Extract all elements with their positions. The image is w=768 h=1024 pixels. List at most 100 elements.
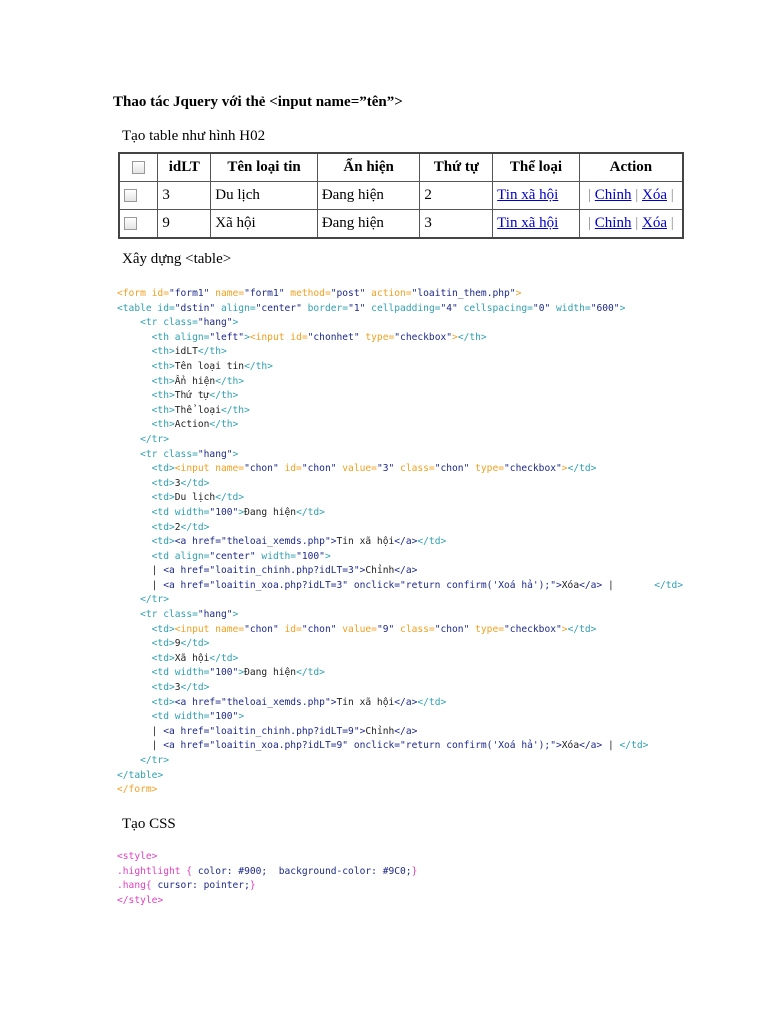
code-token: "100" bbox=[209, 667, 239, 679]
code-token: > bbox=[232, 448, 239, 460]
code-token: class= bbox=[394, 623, 435, 635]
code-token: "100" bbox=[209, 506, 239, 518]
code-token: "100" bbox=[296, 550, 325, 562]
code-token: idLT bbox=[174, 346, 198, 358]
code-token: "4" bbox=[440, 302, 458, 314]
code-token: Chỉnh bbox=[365, 725, 395, 737]
order-cell: 2 bbox=[419, 181, 494, 210]
row-checkbox[interactable] bbox=[124, 189, 137, 203]
code-line: </table> bbox=[117, 769, 683, 784]
code-line: <th>Thể loại</th> bbox=[117, 404, 683, 419]
code-line: <th>Thứ tự</th> bbox=[117, 389, 683, 404]
code-token: <td> bbox=[151, 638, 175, 650]
code-line: <th>Action</th> bbox=[117, 418, 683, 433]
code-token: "checkbox" bbox=[504, 623, 562, 635]
code-token: "600" bbox=[590, 302, 620, 314]
code-token: type= bbox=[359, 331, 395, 343]
code-token: value= bbox=[336, 463, 377, 475]
code-token: "chon" bbox=[301, 463, 337, 475]
id-cell: 9 bbox=[157, 209, 212, 239]
code-line: .hightlight { color: #900; background-co… bbox=[117, 865, 417, 880]
edit-link[interactable]: Chỉnh bbox=[595, 215, 632, 231]
delete-link[interactable]: Xóa bbox=[642, 187, 667, 203]
code-line: .hang{ cursor: pointer;} bbox=[117, 879, 417, 894]
code-line: </tr> bbox=[117, 433, 683, 448]
code-line: </tr> bbox=[117, 593, 683, 608]
category-cell: Tin xã hội bbox=[492, 209, 580, 239]
code-token: </td> bbox=[619, 740, 649, 752]
code-line: <th>Ẩn hiện</th> bbox=[117, 375, 683, 390]
id-cell: 3 bbox=[157, 181, 212, 210]
code-token: border= bbox=[301, 302, 349, 314]
row-checkbox[interactable] bbox=[124, 217, 137, 231]
code-token: "center" bbox=[255, 302, 302, 314]
code-token: "chonhet" bbox=[307, 331, 360, 343]
select-all-checkbox[interactable] bbox=[132, 161, 146, 175]
code-token: "100" bbox=[209, 711, 239, 723]
code-token: <th> bbox=[151, 390, 175, 402]
code-line: <table id="dstin" align="center" border=… bbox=[117, 302, 683, 317]
code-line: <td width="100">Đang hiện</td> bbox=[117, 666, 683, 681]
code-token: type= bbox=[469, 623, 505, 635]
code-line: <td><input name="chon" id="chon" value="… bbox=[117, 623, 683, 638]
code-token: } bbox=[249, 880, 256, 892]
code-token: id= bbox=[278, 463, 302, 475]
row-select-cell bbox=[118, 181, 159, 210]
code-token: <a href="loaitin_xoa.php?idLT=3" onclick… bbox=[163, 579, 562, 591]
code-token: <td> bbox=[151, 623, 175, 635]
code-token: | bbox=[602, 579, 655, 591]
table-row[interactable]: 3 Du lịch Đang hiện 2 Tin xã hội | Chỉnh… bbox=[118, 181, 684, 210]
code-token: Xóa bbox=[561, 579, 580, 591]
column-header: Thể loại bbox=[492, 152, 580, 182]
code-line: </tr> bbox=[117, 754, 683, 769]
code-token: </a> bbox=[394, 725, 418, 737]
code-token: </td> bbox=[180, 682, 210, 694]
order-cell: 3 bbox=[419, 209, 494, 239]
column-header: Thứ tự bbox=[419, 152, 494, 182]
code-token: width= bbox=[550, 302, 591, 314]
code-token: <input name= bbox=[174, 623, 245, 635]
code-token: name= bbox=[209, 288, 245, 299]
code-token: </th> bbox=[197, 346, 227, 358]
code-token: </td> bbox=[180, 521, 210, 533]
code-token: method= bbox=[284, 288, 331, 299]
code-line: <tr class="hang"> bbox=[117, 608, 683, 623]
code-line: <td>2</td> bbox=[117, 521, 683, 536]
code-token: <th> bbox=[151, 404, 175, 416]
code-token: </a> bbox=[394, 536, 418, 548]
code-token: .hightlight { bbox=[117, 865, 198, 877]
status-cell: Đang hiện bbox=[316, 181, 421, 210]
code-token: </tr> bbox=[140, 433, 169, 445]
status-cell: Đang hiện bbox=[316, 209, 421, 239]
code-line: <td>9</td> bbox=[117, 637, 683, 652]
category-link[interactable]: Tin xã hội bbox=[497, 187, 558, 203]
code-token: </tr> bbox=[140, 755, 169, 766]
code-token: Ẩn hiện bbox=[174, 375, 216, 387]
code-line: | <a href="loaitin_chinh.php?idLT=3">Chỉ… bbox=[117, 564, 683, 579]
delete-link[interactable]: Xóa bbox=[642, 215, 667, 231]
code-token: Tên loại tin bbox=[174, 360, 245, 372]
code-token: "form1" bbox=[168, 288, 210, 299]
code-token: <tr class= bbox=[140, 609, 198, 621]
code-token: <td> bbox=[151, 492, 175, 504]
edit-link[interactable]: Chỉnh bbox=[595, 187, 632, 203]
code-line: <td>Du lịch</td> bbox=[117, 491, 683, 506]
code-line: <style> bbox=[117, 850, 417, 865]
code-token: | bbox=[117, 579, 164, 591]
category-link[interactable]: Tin xã hội bbox=[497, 215, 558, 231]
code-line: <th>Tên loại tin</th> bbox=[117, 360, 683, 375]
code-token: cursor: pointer; bbox=[157, 880, 250, 892]
html-code-block: <form id="form1" name="form1" method="po… bbox=[117, 287, 683, 798]
code-token: "chon" bbox=[244, 623, 279, 635]
code-token: "checkbox" bbox=[504, 463, 562, 475]
table-row[interactable]: 9 Xã hội Đang hiện 3 Tin xã hội | Chỉnh … bbox=[118, 209, 684, 239]
